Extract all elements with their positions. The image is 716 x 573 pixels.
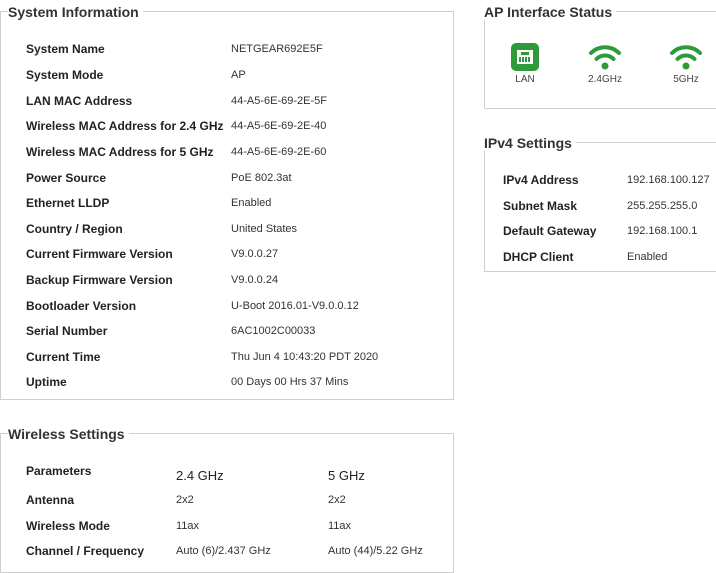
row-value-2-4ghz: 11ax — [176, 520, 200, 532]
ap-status-5ghz: 5GHz — [656, 42, 716, 85]
row-value: V9.0.0.27 — [231, 248, 279, 260]
row-value: 192.168.100.1 — [627, 225, 698, 237]
row-value-2-4ghz: 2x2 — [176, 494, 194, 506]
row-value: 255.255.255.0 — [627, 200, 698, 212]
row-value: 44-A5-6E-69-2E-40 — [231, 120, 327, 132]
row-value: Thu Jun 4 10:43:20 PDT 2020 — [231, 351, 379, 363]
row-label: System Name — [26, 42, 105, 56]
row-value: United States — [231, 223, 298, 235]
row-label: Current Time — [26, 350, 101, 364]
row-label: DHCP Client — [503, 250, 574, 264]
row-value: 44-A5-6E-69-2E-5F — [231, 95, 327, 107]
column-header-parameters: Parameters — [26, 464, 92, 478]
row-label: Uptime — [26, 375, 67, 389]
ap-status-label: 2.4GHz — [588, 74, 622, 85]
row-label: Default Gateway — [503, 224, 597, 238]
row-label: Power Source — [26, 171, 107, 185]
wireless-settings-title: Wireless Settings — [8, 426, 129, 442]
row-value: PoE 802.3at — [231, 172, 292, 184]
row-value: 00 Days 00 Hrs 37 Mins — [231, 376, 349, 388]
row-value: NETGEAR692E5F — [231, 43, 323, 55]
row-value: AP — [231, 69, 246, 81]
row-value-2-4ghz: Auto (6)/2.437 GHz — [176, 545, 271, 557]
wifi-icon — [670, 45, 702, 70]
ap-status-lan: LAN — [495, 42, 555, 85]
ap-status-2-4ghz: 2.4GHz — [575, 42, 635, 85]
column-header-2-4ghz: 2.4 GHz — [176, 468, 224, 483]
ap-status-label: LAN — [515, 74, 535, 85]
ipv4-settings-title: IPv4 Settings — [484, 135, 576, 151]
row-label: System Mode — [26, 68, 104, 82]
row-label: Wireless MAC Address for 5 GHz — [26, 145, 214, 159]
row-value: 6AC1002C00033 — [231, 325, 316, 337]
row-label: Wireless Mode — [26, 519, 110, 533]
row-value-5ghz: 2x2 — [328, 494, 346, 506]
wifi-icon — [589, 45, 621, 70]
row-value-5ghz: Auto (44)/5.22 GHz — [328, 545, 423, 557]
row-label: Bootloader Version — [26, 299, 137, 313]
row-label: Antenna — [26, 493, 74, 507]
row-label: Ethernet LLDP — [26, 196, 110, 210]
column-header-5ghz: 5 GHz — [328, 468, 365, 483]
ap-status-label: 5GHz — [673, 74, 699, 85]
row-value: 192.168.100.127 — [627, 174, 710, 186]
row-value: 44-A5-6E-69-2E-60 — [231, 146, 327, 158]
row-label: Current Firmware Version — [26, 247, 173, 261]
row-value: V9.0.0.24 — [231, 274, 279, 286]
row-label: Subnet Mask — [503, 199, 578, 213]
row-value-5ghz: 11ax — [328, 520, 352, 532]
row-value: Enabled — [231, 197, 272, 209]
lan-port-icon — [511, 43, 539, 71]
system-information-title: System Information — [8, 4, 143, 20]
row-value: U-Boot 2016.01-V9.0.0.12 — [231, 300, 359, 312]
ap-interface-status-title: AP Interface Status — [484, 4, 617, 20]
row-label: Wireless MAC Address for 2.4 GHz — [26, 119, 224, 133]
row-label: Channel / Frequency — [26, 544, 145, 558]
row-label: IPv4 Address — [503, 173, 579, 187]
row-label: Country / Region — [26, 222, 123, 236]
row-value: Enabled — [627, 251, 668, 263]
row-label: LAN MAC Address — [26, 94, 133, 108]
row-label: Serial Number — [26, 324, 108, 338]
row-label: Backup Firmware Version — [26, 273, 173, 287]
